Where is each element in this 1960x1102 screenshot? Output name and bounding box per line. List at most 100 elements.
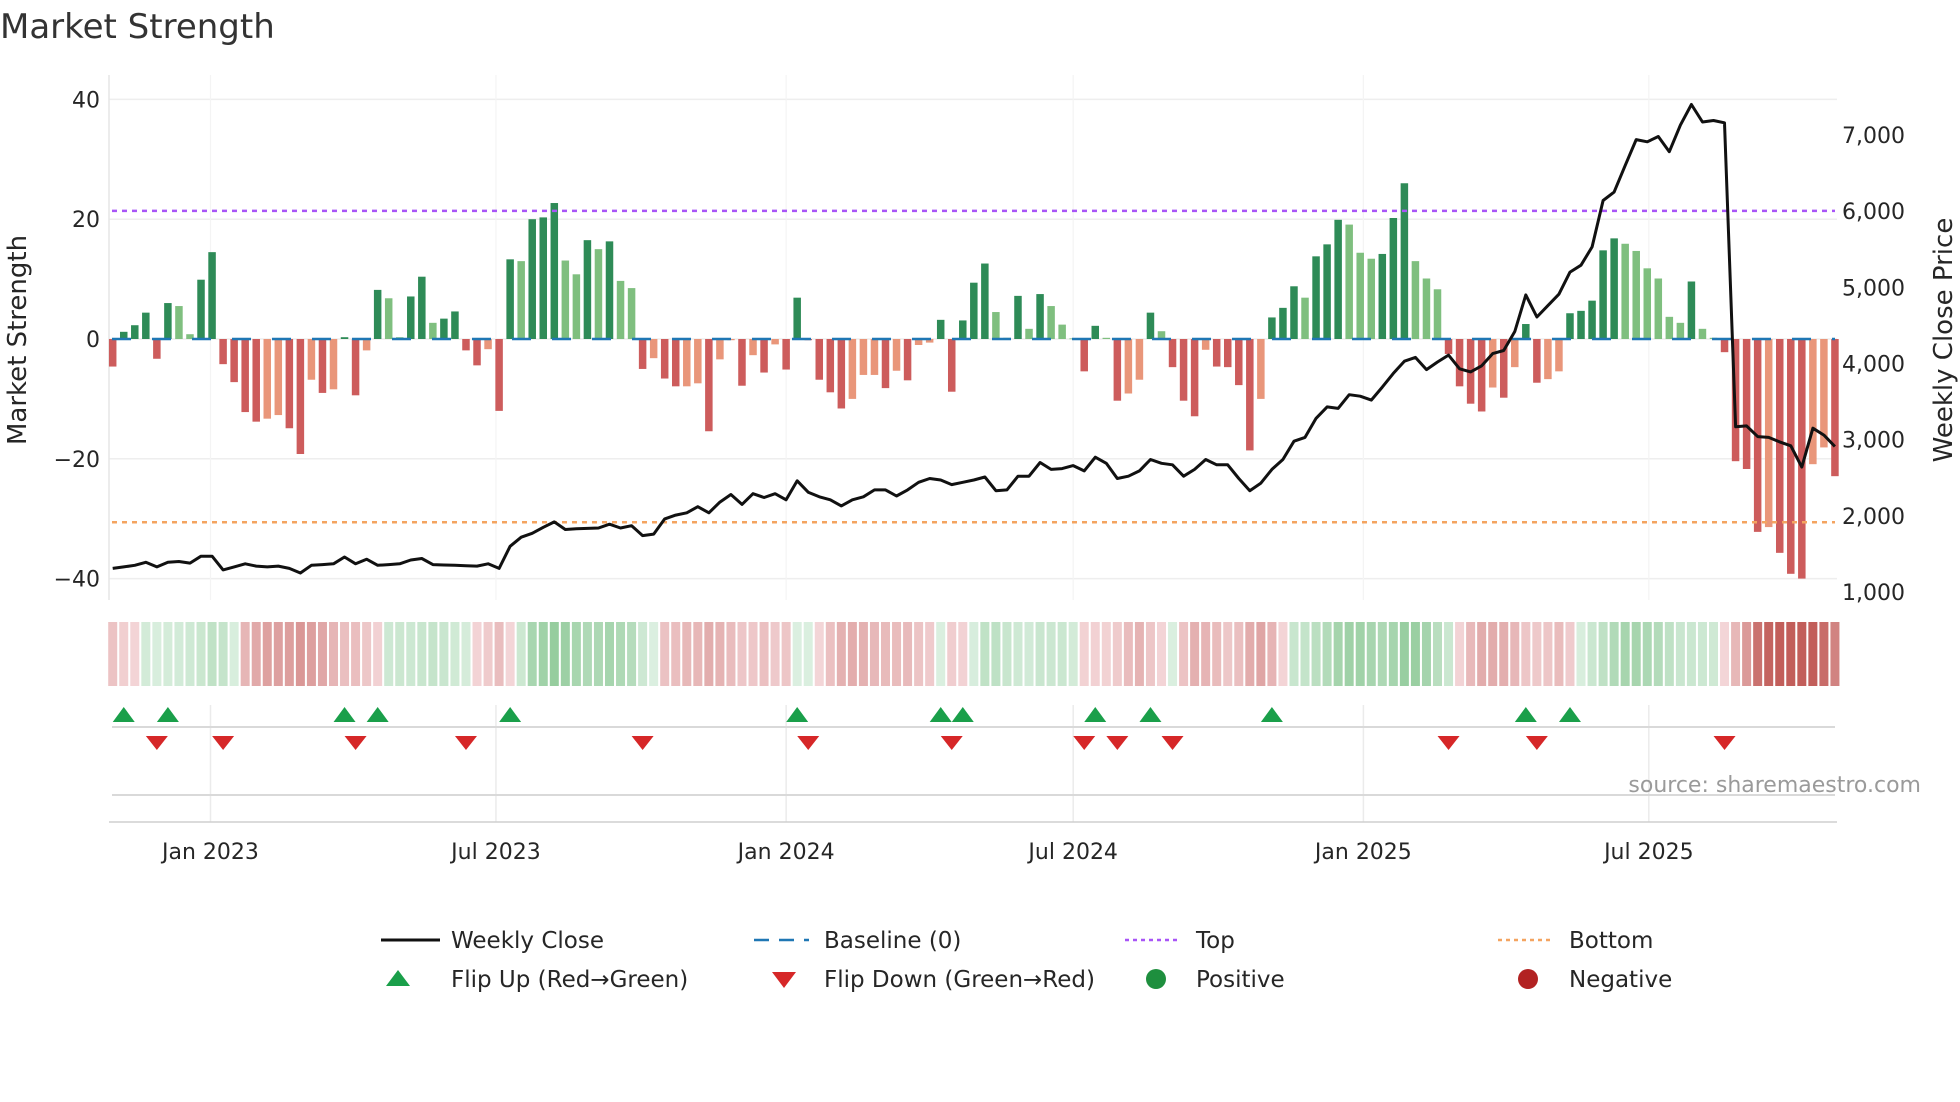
heat-cell [1565,622,1575,686]
heat-cell [737,622,747,686]
heat-cell [881,622,890,686]
heat-cell [141,622,151,686]
heat-cell [108,622,118,686]
heat-cell [1168,622,1178,686]
positive-bar [1356,252,1364,339]
positive-bar [793,297,801,339]
negative-bar [252,339,260,422]
heat-cell [869,622,879,686]
flip-down-marker [797,736,820,750]
x-tick-label: Jan 2024 [736,840,835,865]
heat-cell [505,622,515,686]
legend-label: Top [1195,928,1235,954]
flip-up-marker [1260,707,1283,722]
heat-cell [1554,622,1564,686]
negative-bar [859,339,868,375]
heat-cell [1521,622,1531,686]
heat-cell [1157,622,1166,686]
heat-cell [273,622,283,686]
positive-bar [429,322,437,339]
negative-bar [1764,339,1773,528]
green-circle-icon [1146,969,1166,989]
y-tick-label: 0 [86,328,100,353]
heat-cell [395,622,405,686]
negative-bar [1246,339,1254,451]
heat-cell [185,622,195,686]
legend-positive: Positive [1146,967,1285,993]
heat-cell [538,622,548,686]
negative-bar [1455,339,1464,387]
heat-cell [1686,622,1696,686]
negative-bar [495,339,503,411]
positive-bar [451,311,459,339]
heat-cell [704,622,714,686]
positive-bar [1025,328,1033,339]
heat-cell [1532,622,1542,686]
heat-cell [1201,622,1211,686]
heat-cell [1631,622,1641,686]
legend-label: Positive [1196,967,1285,993]
positive-bar [528,219,536,339]
heat-cell [196,622,206,686]
heat-cell [1764,622,1774,686]
heat-cell [1499,622,1509,686]
positive-bar [583,240,592,339]
positive-bar [1632,250,1640,339]
positive-bar [605,241,614,339]
flip-up-marker [333,707,356,722]
x-tick-label: Jan 2025 [1313,840,1412,865]
positive-bar [594,249,603,339]
heat-cell [571,622,581,686]
negative-bar [716,339,724,360]
positive-bar [981,263,989,339]
negative-bar [1787,339,1795,574]
negative-bar [1488,339,1497,388]
triangle-up-icon [386,970,410,986]
negative-bar [1742,339,1751,469]
positive-bar [1058,324,1066,339]
positive-bar [1665,316,1674,339]
positive-bar [959,320,967,339]
positive-bar [1522,324,1530,339]
heat-cell [792,622,802,686]
legend: Weekly Close Baseline (0) Top Bottom Fli… [381,928,1672,993]
negative-bar [108,339,117,367]
positive-bar [340,337,349,339]
flip-down-marker [1161,736,1184,750]
positive-bar [1566,313,1574,339]
negative-bar [870,339,879,375]
positive-bar [1323,244,1331,339]
heat-cell [627,622,637,686]
reference-lines [112,209,1835,524]
positive-bar [1014,295,1022,339]
positive-bar [539,217,548,339]
negative-bar [307,339,316,380]
heat-cell [1101,622,1111,686]
heat-cell [240,622,250,686]
flip-down-marker [145,736,168,750]
heat-cell [174,622,184,686]
negative-bar [694,339,702,384]
negative-bar [1775,339,1784,553]
heat-cell [1543,622,1553,686]
heat-cell [362,622,372,686]
positive-bar [1610,238,1618,339]
flip-markers [112,707,1736,750]
positive-bar [561,260,570,339]
heat-cell [1609,622,1619,686]
positive-bar [407,296,415,339]
y-axis-label: Market Strength [3,235,33,445]
heat-cell [1587,622,1597,686]
legend-top: Top [1125,928,1235,954]
heat-cell [759,622,769,686]
flip-down-marker [454,736,477,750]
positive-bar [1411,261,1420,339]
flip-up-marker [1558,707,1581,722]
negative-bar [1223,339,1232,368]
positive-bar [1687,281,1696,339]
heat-cell [406,622,416,686]
positive-bar [1400,183,1409,339]
heat-cell [1024,622,1034,686]
legend-label: Weekly Close [451,928,604,954]
positive-bar [1345,224,1353,339]
